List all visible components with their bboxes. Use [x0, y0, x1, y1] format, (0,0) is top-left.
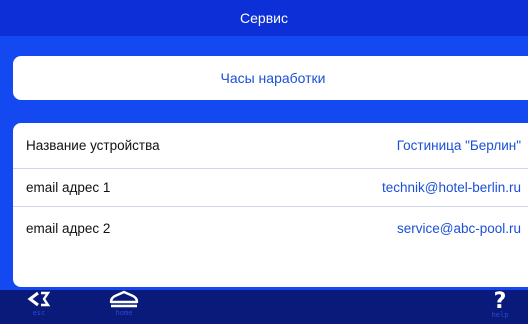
- home-label: home: [115, 309, 133, 317]
- settings-list: Название устройства Гостиница "Берлин" e…: [13, 123, 528, 287]
- help-button[interactable]: ? help: [478, 290, 522, 324]
- list-item-email-2[interactable]: email адрес 2 service@abc-pool.ru: [13, 206, 528, 250]
- list-item-email-1[interactable]: email адрес 1 technik@hotel-berlin.ru: [13, 168, 528, 206]
- home-icon: [107, 290, 141, 308]
- esc-label: esc: [32, 309, 46, 317]
- help-icon: ?: [489, 290, 511, 310]
- bottom-nav: esc home ? help: [0, 290, 528, 324]
- page-title: Сервис: [240, 10, 288, 26]
- email-1-label: email адрес 1: [26, 180, 111, 195]
- device-name-label: Название устройства: [26, 137, 160, 153]
- email-2-value[interactable]: service@abc-pool.ru: [397, 221, 521, 236]
- title-bar: Сервис: [0, 0, 528, 36]
- home-button[interactable]: home: [102, 290, 146, 324]
- esc-button[interactable]: esc: [17, 290, 61, 324]
- service-panel: Часы наработки Название устройства Гости…: [0, 36, 528, 290]
- back-arrow-icon: [27, 290, 51, 308]
- email-1-value[interactable]: technik@hotel-berlin.ru: [382, 180, 521, 195]
- list-item-device-name[interactable]: Название устройства Гостиница "Берлин": [13, 123, 528, 167]
- operating-hours-label: Часы наработки: [220, 70, 326, 86]
- help-label: help: [491, 311, 509, 319]
- svg-text:?: ?: [494, 290, 507, 310]
- operating-hours-button[interactable]: Часы наработки: [13, 56, 528, 100]
- device-name-value[interactable]: Гостиница "Берлин": [397, 138, 521, 153]
- email-2-label: email адрес 2: [26, 221, 111, 236]
